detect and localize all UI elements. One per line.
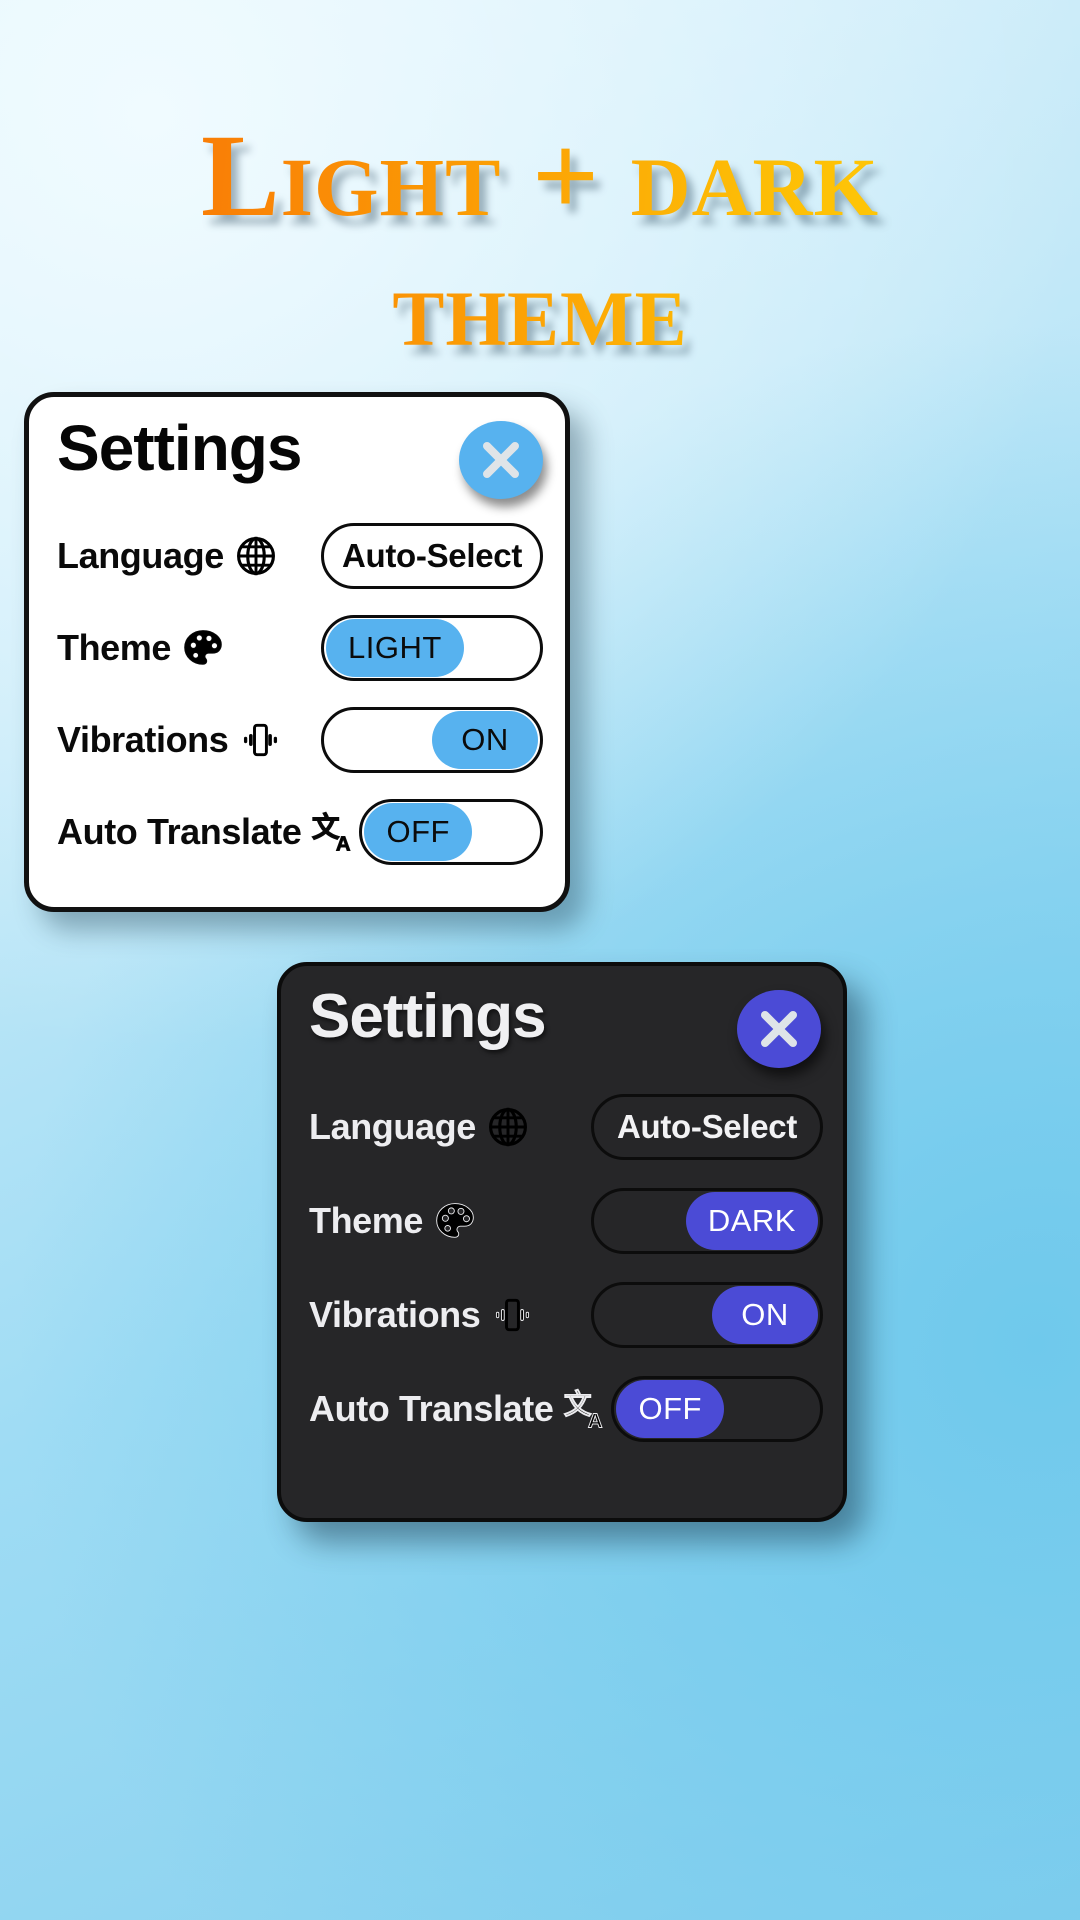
light-pill-vibrations[interactable]: ON: [432, 711, 538, 769]
dark-row-vibrations: Vibrations ON: [309, 1276, 823, 1354]
close-icon[interactable]: [459, 421, 543, 499]
dark-label-theme: Theme: [309, 1200, 424, 1241]
light-pill-auto-translate[interactable]: OFF: [364, 803, 472, 861]
close-icon[interactable]: [737, 990, 821, 1068]
light-row-auto-translate: Auto Translate 文 A OFF: [57, 793, 543, 871]
dark-row-language-label: Language: [309, 1105, 530, 1149]
dark-pill-auto-translate[interactable]: OFF: [616, 1380, 724, 1438]
dark-control-auto-translate[interactable]: OFF: [611, 1376, 823, 1442]
headline-block: Light + dark theme: [0, 117, 1080, 364]
light-label-auto-translate: Auto Translate: [57, 811, 302, 852]
palette-icon: [181, 626, 225, 670]
dark-card-header: Settings: [309, 984, 823, 1080]
light-control-auto-translate[interactable]: OFF: [359, 799, 543, 865]
svg-text:A: A: [588, 1410, 603, 1432]
dark-control-vibrations[interactable]: ON: [591, 1282, 823, 1348]
light-control-language[interactable]: Auto-Select: [321, 523, 543, 589]
dark-theme-settings-card: Settings Language Auto-Select Theme DARK…: [277, 962, 847, 1522]
light-value-language: Auto-Select: [341, 537, 523, 574]
vibration-icon: [490, 1293, 534, 1337]
dark-row-auto-translate: Auto Translate 文 A OFF: [309, 1370, 823, 1448]
dark-pill-theme[interactable]: DARK: [685, 1192, 818, 1250]
light-row-language: Language Auto-Select: [57, 517, 543, 595]
light-row-theme: Theme LIGHT: [57, 609, 543, 687]
dark-value-language: Auto-Select: [616, 1108, 798, 1145]
dark-row-auto-translate-label: Auto Translate 文 A: [309, 1385, 611, 1433]
light-card-header: Settings: [57, 414, 543, 511]
light-settings-rows: Language Auto-Select Theme LIGHT Vibrati…: [57, 517, 543, 871]
light-row-language-label: Language: [57, 534, 278, 578]
screenshot-root: Light + dark theme Settings Language Aut…: [0, 0, 1080, 1920]
dark-row-language: Language Auto-Select: [309, 1088, 823, 1166]
dark-row-theme-label: Theme: [309, 1199, 477, 1243]
dark-row-theme: Theme DARK: [309, 1182, 823, 1260]
light-row-vibrations: Vibrations ON: [57, 701, 543, 779]
palette-icon: [433, 1199, 477, 1243]
dark-label-language: Language: [309, 1106, 476, 1147]
dark-label-auto-translate: Auto Translate: [309, 1388, 554, 1429]
headline-line-1: Light + dark: [0, 117, 1080, 235]
vibration-icon: [238, 718, 282, 762]
light-row-theme-label: Theme: [57, 626, 225, 670]
light-control-vibrations[interactable]: ON: [321, 707, 543, 773]
light-label-language: Language: [57, 535, 224, 576]
globe-icon: [234, 534, 278, 578]
headline-line-2: theme: [0, 252, 1080, 364]
translate-icon: 文 A: [311, 808, 359, 856]
globe-icon: [486, 1105, 530, 1149]
light-theme-settings-card: Settings Language Auto-Select Theme LIGH…: [24, 392, 570, 912]
light-label-vibrations: Vibrations: [57, 719, 229, 760]
dark-control-language[interactable]: Auto-Select: [591, 1094, 823, 1160]
dark-label-vibrations: Vibrations: [309, 1294, 481, 1335]
light-label-theme: Theme: [57, 627, 172, 668]
dark-control-theme[interactable]: DARK: [591, 1188, 823, 1254]
light-row-vibrations-label: Vibrations: [57, 718, 282, 762]
dark-pill-vibrations[interactable]: ON: [712, 1286, 818, 1344]
dark-settings-rows: Language Auto-Select Theme DARK Vibratio…: [309, 1088, 823, 1448]
light-row-auto-translate-label: Auto Translate 文 A: [57, 808, 359, 856]
svg-text:A: A: [336, 833, 351, 855]
light-control-theme[interactable]: LIGHT: [321, 615, 543, 681]
translate-icon: 文 A: [563, 1385, 611, 1433]
dark-row-vibrations-label: Vibrations: [309, 1293, 534, 1337]
light-pill-theme[interactable]: LIGHT: [326, 619, 464, 677]
